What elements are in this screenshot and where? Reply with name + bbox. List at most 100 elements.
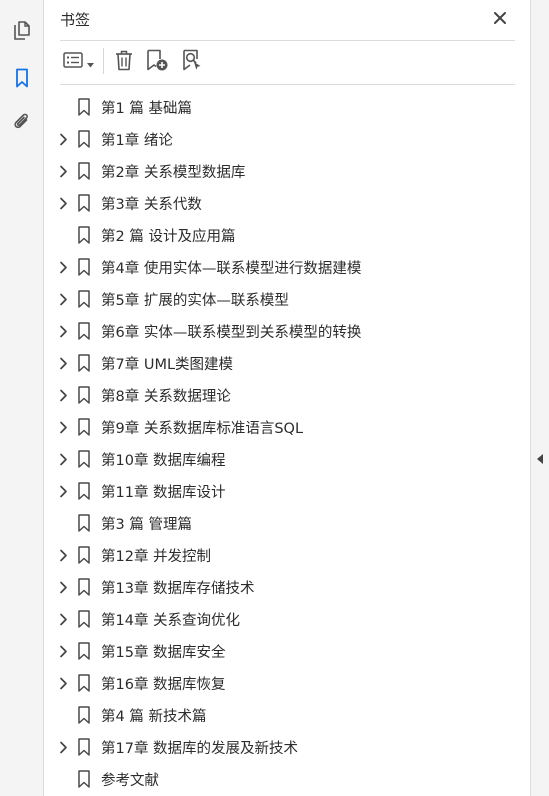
find-bookmark-button[interactable] <box>179 49 205 75</box>
chevron-right-icon[interactable] <box>56 644 70 658</box>
chevron-down-icon <box>86 53 94 72</box>
chevron-right-icon[interactable] <box>56 356 70 370</box>
navigation-rail <box>0 0 44 796</box>
chevron-right-icon[interactable] <box>56 452 70 466</box>
bookmark-item[interactable]: 第5章 扩展的实体—联系模型 <box>45 283 530 315</box>
bookmark-icon <box>77 770 91 788</box>
bookmark-icon <box>77 130 91 148</box>
bookmark-icon <box>77 706 91 724</box>
options-menu-button[interactable] <box>59 49 97 75</box>
new-bookmark-icon <box>145 48 169 76</box>
bookmark-item[interactable]: 第7章 UML类图建模 <box>45 347 530 379</box>
bookmark-item[interactable]: 第4章 使用实体—联系模型进行数据建模 <box>45 251 530 283</box>
bookmark-label: 第9章 关系数据库标准语言SQL <box>101 421 304 437</box>
bookmark-item[interactable]: 第9章 关系数据库标准语言SQL <box>45 411 530 443</box>
bookmark-icon <box>77 482 91 500</box>
bookmark-icon <box>77 610 91 628</box>
bookmark-icon <box>77 738 91 756</box>
bookmark-icon <box>77 162 91 180</box>
bookmark-label: 第3 篇 管理篇 <box>101 517 192 533</box>
bookmark-icon <box>77 354 91 372</box>
bookmark-item[interactable]: 第15章 数据库安全 <box>45 635 530 667</box>
bookmark-icon <box>77 450 91 468</box>
bookmark-label: 第10章 数据库编程 <box>101 453 226 469</box>
close-button[interactable] <box>489 8 511 30</box>
bookmark-label: 第2 篇 设计及应用篇 <box>101 229 236 245</box>
bookmark-icon <box>77 98 91 116</box>
bookmark-item[interactable]: 第17章 数据库的发展及新技术 <box>45 731 530 763</box>
bookmark-item[interactable]: 第2章 关系模型数据库 <box>45 155 530 187</box>
bookmark-label: 参考文献 <box>101 773 159 789</box>
panel-header: 书签 <box>45 0 530 40</box>
bookmark-icon <box>77 258 91 276</box>
delete-icon <box>114 49 134 75</box>
bookmark-label: 第15章 数据库安全 <box>101 645 226 661</box>
bookmark-label: 第3章 关系代数 <box>101 197 202 213</box>
panel-title: 书签 <box>60 11 91 29</box>
bookmark-item[interactable]: 第16章 数据库恢复 <box>45 667 530 699</box>
page-thumbnails-button[interactable] <box>9 20 35 46</box>
bookmark-label: 第8章 关系数据理论 <box>101 389 231 405</box>
bookmark-icon <box>77 194 91 212</box>
chevron-right-icon[interactable] <box>56 260 70 274</box>
chevron-right-icon[interactable] <box>56 132 70 146</box>
chevron-right-icon[interactable] <box>56 612 70 626</box>
bookmark-item[interactable]: 第11章 数据库设计 <box>45 475 530 507</box>
chevron-right-icon[interactable] <box>56 292 70 306</box>
bookmark-item[interactable]: 第8章 关系数据理论 <box>45 379 530 411</box>
bookmark-item[interactable]: 第10章 数据库编程 <box>45 443 530 475</box>
chevron-right-icon[interactable] <box>56 484 70 498</box>
delete-bookmark-button[interactable] <box>111 49 137 75</box>
bookmark-label: 第2章 关系模型数据库 <box>101 165 246 181</box>
bookmark-icon <box>11 67 33 93</box>
bookmark-item[interactable]: 第1 篇 基础篇 <box>45 91 530 123</box>
chevron-right-icon[interactable] <box>56 420 70 434</box>
new-bookmark-button[interactable] <box>144 49 170 75</box>
bookmark-item[interactable]: 第3 篇 管理篇 <box>45 507 530 539</box>
bookmark-label: 第4 篇 新技术篇 <box>101 709 207 725</box>
bookmark-label: 第12章 并发控制 <box>101 549 212 565</box>
bookmark-icon <box>77 642 91 660</box>
bookmark-label: 第1 篇 基础篇 <box>101 101 192 117</box>
bookmark-item[interactable]: 第2 篇 设计及应用篇 <box>45 219 530 251</box>
chevron-right-icon[interactable] <box>56 196 70 210</box>
chevron-right-icon[interactable] <box>56 164 70 178</box>
bookmark-item[interactable]: 参考文献 <box>45 763 530 795</box>
chevron-right-icon[interactable] <box>56 580 70 594</box>
bookmark-item[interactable]: 第6章 实体—联系模型到关系模型的转换 <box>45 315 530 347</box>
bookmark-label: 第7章 UML类图建模 <box>101 357 234 373</box>
bookmarks-panel: 书签 第1 篇 基础篇 第1章 绪论 第2章 关系模型数据库 第3章 关系代数 … <box>45 0 530 796</box>
collapse-panel-arrow-icon[interactable] <box>535 450 545 464</box>
bookmark-label: 第14章 关系查询优化 <box>101 613 241 629</box>
bookmark-icon <box>77 514 91 532</box>
bookmark-item[interactable]: 第14章 关系查询优化 <box>45 603 530 635</box>
bookmark-item[interactable]: 第3章 关系代数 <box>45 187 530 219</box>
attachments-button[interactable] <box>9 111 35 137</box>
chevron-right-icon[interactable] <box>56 324 70 338</box>
chevron-right-icon[interactable] <box>56 548 70 562</box>
chevron-right-icon[interactable] <box>56 388 70 402</box>
bookmark-label: 第17章 数据库的发展及新技术 <box>101 741 299 757</box>
bookmark-icon <box>77 578 91 596</box>
bookmark-label: 第5章 扩展的实体—联系模型 <box>101 293 289 309</box>
bookmarks-button[interactable] <box>9 67 35 93</box>
panel-collapse-strip <box>530 0 549 796</box>
bookmark-label: 第13章 数据库存储技术 <box>101 581 255 597</box>
close-icon <box>493 10 507 29</box>
bookmark-item[interactable]: 第13章 数据库存储技术 <box>45 571 530 603</box>
bookmark-label: 第1章 绪论 <box>101 133 173 149</box>
pages-icon <box>11 20 33 46</box>
bookmark-tree: 第1 篇 基础篇 第1章 绪论第2章 关系模型数据库 第3章 关系代数第2 篇 设计… <box>45 91 530 795</box>
bookmark-item[interactable]: 第1章 绪论 <box>45 123 530 155</box>
toolbar-divider <box>60 84 515 85</box>
bookmark-icon <box>77 674 91 692</box>
bookmark-label: 第11章 数据库设计 <box>101 485 226 501</box>
bookmark-item[interactable]: 第12章 并发控制 <box>45 539 530 571</box>
find-bookmark-icon <box>180 48 204 76</box>
bookmark-icon <box>77 290 91 308</box>
toolbar-separator <box>103 48 104 74</box>
bookmark-icon <box>77 546 91 564</box>
bookmark-item[interactable]: 第4 篇 新技术篇 <box>45 699 530 731</box>
chevron-right-icon[interactable] <box>56 676 70 690</box>
chevron-right-icon[interactable] <box>56 740 70 754</box>
